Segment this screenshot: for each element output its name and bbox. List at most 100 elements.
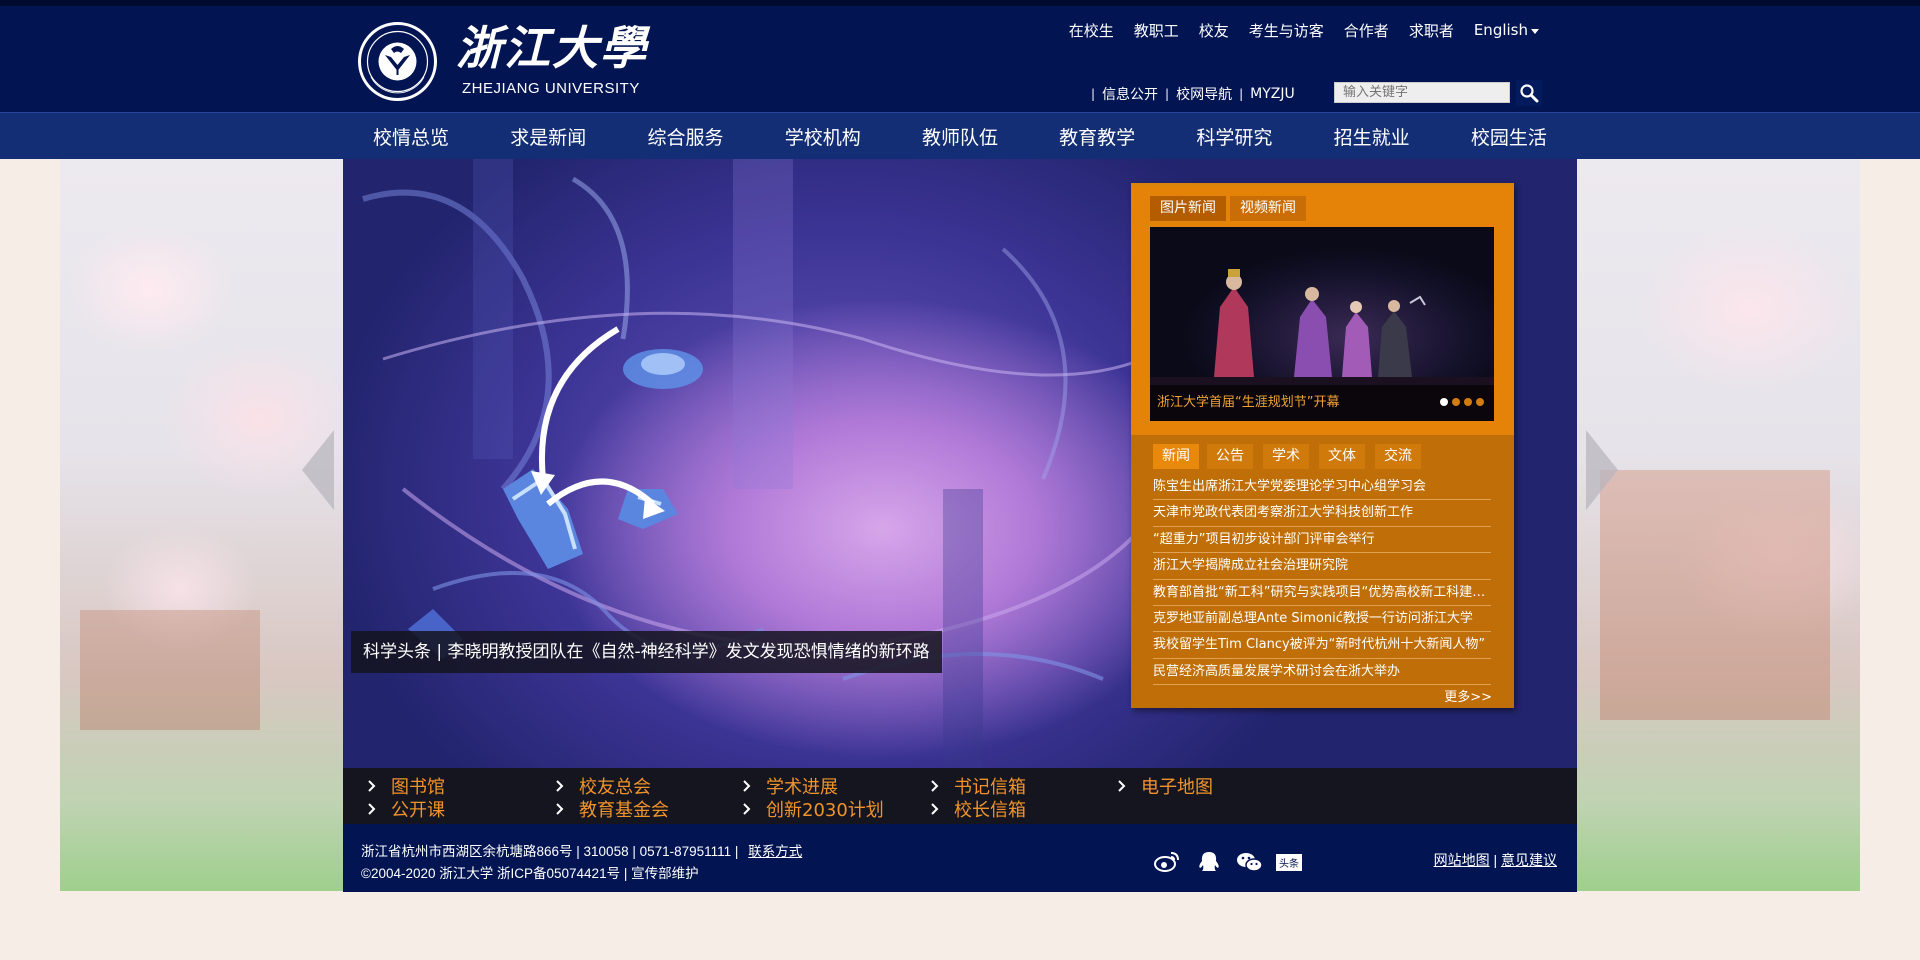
feedback-link[interactable]: 意见建议 [1501,852,1557,868]
footer-copyright: ©2004-2020 浙江大学 浙ICP备05074421号 | 宣传部维护 [361,866,699,881]
carousel-next-button[interactable] [1586,430,1618,510]
slide-dot-1[interactable] [1440,398,1448,406]
divider: | [1165,87,1170,101]
slide-dot-2[interactable] [1452,398,1460,406]
nav-overview[interactable]: 校情总览 [373,123,449,150]
chevron-right-icon [931,780,939,792]
news-item[interactable]: 民营经济高质量发展学术研讨会在浙大举办 [1153,659,1491,686]
slide-dot-3[interactable] [1464,398,1472,406]
toutiao-link[interactable]: 头条 [1275,850,1303,874]
news-item[interactable]: 克罗地亚前副总理Ante Simonić教授一行访问浙江大学 [1153,606,1491,633]
photo-news-section: 图片新闻 视频新闻 浙江大学首届“生涯规划节”开幕 [1131,186,1514,435]
background-building [80,610,260,730]
audience-nav: 在校生 教职工 校友 考生与访客 合作者 求职者 English [1049,19,1539,41]
language-selector[interactable]: English [1474,21,1539,39]
tab-photo-news[interactable]: 图片新闻 [1150,196,1226,221]
headline-caption[interactable]: 科学头条 | 李晓明教授团队在《自然-神经科学》发文发现恐惧情绪的新环路 [351,631,942,673]
nav-education[interactable]: 教育教学 [1059,123,1135,150]
chevron-right-icon [556,803,564,815]
site-header: 浙江大學 ZHEJIANG UNIVERSITY 在校生 教职工 校友 考生与访… [0,0,1920,112]
qq-link[interactable] [1195,850,1223,874]
utilnav-myzju[interactable]: MYZJU [1250,86,1295,102]
main-nav: 校情总览 求是新闻 综合服务 学校机构 教师队伍 教育教学 科学研究 招生就业 … [0,112,1920,159]
tab-news[interactable]: 新闻 [1153,444,1199,469]
divider: | [1239,87,1244,101]
divider: | [1091,87,1096,101]
news-item[interactable]: 教育部首批“新工科”研究与实践项目“优势高校新工科建设”... [1153,580,1491,606]
nav-research[interactable]: 科学研究 [1196,123,1272,150]
quicklink-innovation-2030[interactable]: 创新2030计划 [740,798,884,821]
wechat-link[interactable] [1235,850,1263,874]
topnav-alumni[interactable]: 校友 [1199,20,1229,41]
chevron-right-icon [368,803,376,815]
nav-campus-life[interactable]: 校园生活 [1471,123,1547,150]
topnav-faculty[interactable]: 教职工 [1134,20,1179,41]
news-item[interactable]: 陈宝生出席浙江大学党委理论学习中心组学习会 [1153,474,1491,501]
nav-institutions[interactable]: 学校机构 [785,123,861,150]
quicklink-secretary-mailbox[interactable]: 书记信箱 [928,775,1026,798]
chevron-right-icon [1586,430,1618,510]
photo-news-image[interactable]: 浙江大学首届“生涯规划节”开幕 [1150,227,1494,421]
quicklink-education-foundation[interactable]: 教育基金会 [553,798,669,821]
chevron-right-icon [556,780,564,792]
chevron-right-icon [1118,780,1126,792]
search-input[interactable] [1334,82,1510,103]
carousel-prev-button[interactable] [302,430,334,510]
news-item[interactable]: 天津市党政代表团考察浙江大学科技创新工作 [1153,500,1491,527]
utilnav-site-navigation[interactable]: 校网导航 [1176,84,1232,104]
site-footer: 浙江省杭州市西湖区余杭塘路866号 | 310058 | 0571-879511… [343,824,1577,892]
utility-nav: | 信息公开 | 校网导航 | MYZJU [1084,84,1295,104]
quick-links: 图书馆 校友总会 学术进展 书记信箱 电子地图 公开课 教育基金会 创新2030… [343,768,1577,824]
tab-exchange[interactable]: 交流 [1375,444,1421,469]
logo-name-english: ZHEJIANG UNIVERSITY [462,80,640,97]
main-nav-items: 校情总览 求是新闻 综合服务 学校机构 教师队伍 教育教学 科学研究 招生就业 … [343,113,1577,160]
topnav-job-seekers[interactable]: 求职者 [1409,20,1454,41]
footer-address: 浙江省杭州市西湖区余杭塘路866号 | 310058 | 0571-879511… [361,844,739,859]
more-news-link[interactable]: 更多>> [1444,686,1492,705]
contact-link[interactable]: 联系方式 [748,844,802,859]
topnav-students[interactable]: 在校生 [1069,20,1114,41]
quicklink-president-mailbox[interactable]: 校长信箱 [928,798,1026,821]
sitemap-link[interactable]: 网站地图 [1434,852,1490,868]
university-logo[interactable]: 浙江大學 ZHEJIANG UNIVERSITY [358,16,648,106]
tab-announcements[interactable]: 公告 [1207,444,1253,469]
nav-services[interactable]: 综合服务 [647,123,723,150]
footer-right-links: 网站地图 | 意见建议 [1434,850,1557,870]
language-label: English [1473,21,1528,39]
wechat-icon [1237,853,1263,872]
footer-address-line: 浙江省杭州市西湖区余杭塘路866号 | 310058 | 0571-879511… [361,840,802,860]
quicklink-alumni-association[interactable]: 校友总会 [553,775,651,798]
slide-dot-4[interactable] [1476,398,1484,406]
caret-down-icon [1531,28,1539,34]
topnav-applicants-visitors[interactable]: 考生与访客 [1249,20,1324,41]
quicklink-e-map[interactable]: 电子地图 [1115,775,1213,798]
topnav-partners[interactable]: 合作者 [1344,20,1389,41]
quicklink-library[interactable]: 图书馆 [365,775,445,798]
tab-video-news[interactable]: 视频新闻 [1230,196,1306,221]
news-panel: 图片新闻 视频新闻 浙江大学首届“生涯规划节”开幕 新闻 公告 学术 文体 交流… [1131,183,1514,708]
divider: | [1493,852,1498,868]
quicklink-academic-progress[interactable]: 学术进展 [740,775,838,798]
nav-news[interactable]: 求是新闻 [510,123,586,150]
quicklink-label: 教育基金会 [579,800,669,821]
news-item[interactable]: 我校留学生Tim Clancy被评为“新时代杭州十大新闻人物” [1153,632,1491,659]
nav-faculty[interactable]: 教师队伍 [922,123,998,150]
slide-indicator [1436,398,1484,406]
tab-culture-sports[interactable]: 文体 [1319,444,1365,469]
tab-academic[interactable]: 学术 [1263,444,1309,469]
nav-admissions-careers[interactable]: 招生就业 [1334,123,1410,150]
toutiao-icon: 头条 [1276,854,1302,871]
chevron-right-icon [743,803,751,815]
search-button[interactable] [1516,80,1542,106]
news-item[interactable]: “超重力”项目初步设计部门评审会举行 [1153,527,1491,554]
weibo-link[interactable] [1153,850,1181,874]
utilnav-info-disclosure[interactable]: 信息公开 [1102,84,1158,104]
quicklink-label: 校长信箱 [954,800,1026,821]
weibo-icon [1154,852,1179,872]
news-item[interactable]: 浙江大学揭牌成立社会治理研究院 [1153,553,1491,580]
quicklink-open-courses[interactable]: 公开课 [365,798,445,821]
background-building [1600,470,1830,720]
search-icon [1520,84,1539,103]
chevron-right-icon [743,780,751,792]
toutiao-label: 头条 [1279,857,1299,870]
